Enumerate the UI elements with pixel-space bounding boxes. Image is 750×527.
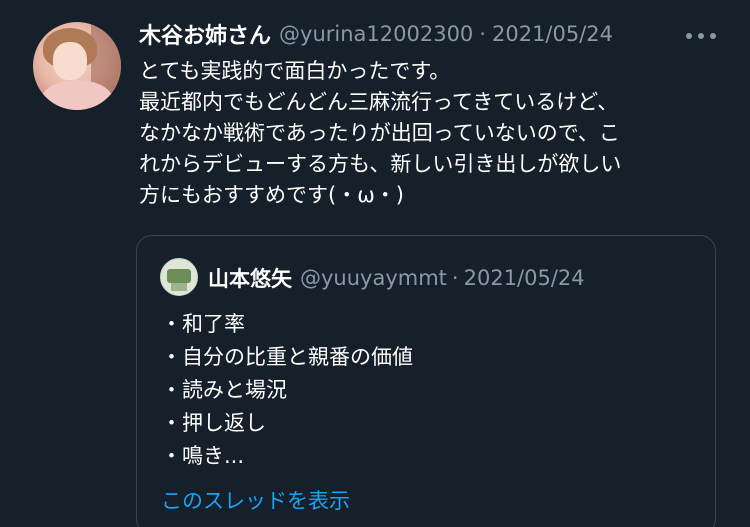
tweet-text: とても実践的で面白かったです。 最近都内でもどんどん三麻流行ってきているけど、 … xyxy=(139,56,729,211)
more-horizontal-icon[interactable] xyxy=(686,33,716,39)
more-dot xyxy=(698,33,704,39)
header-separator: · xyxy=(479,22,486,46)
tweet-text-line: 方にもおすすめです(・ω・) xyxy=(139,183,404,207)
quoted-avatar-shape xyxy=(171,283,187,291)
tweet[interactable]: 木谷お姉さん @yurina12002300 · 2021/05/24 とても実… xyxy=(0,0,750,527)
quoted-tweet-text: ・和了率 ・自分の比重と親番の価値 ・読みと場況 ・押し返し ・鳴き... xyxy=(161,308,413,473)
list-item: ・和了率 xyxy=(161,312,245,336)
author-handle[interactable]: @yurina12002300 xyxy=(279,22,473,46)
list-item: ・鳴き... xyxy=(161,444,245,468)
tweet-text-line: れからデビューする方も、新しい引き出しが欲しい xyxy=(139,152,622,176)
quoted-tweet-header: 山本悠矢 @yuuyaymmt · 2021/05/24 xyxy=(208,263,585,293)
list-item: ・押し返し xyxy=(161,411,266,435)
tweet-text-line: なかなか戦術であったりが出回っていないので、こ xyxy=(139,121,620,145)
more-dot xyxy=(686,33,692,39)
list-item: ・自分の比重と親番の価値 xyxy=(161,345,413,369)
quoted-author-avatar xyxy=(160,258,198,296)
avatar-face xyxy=(53,42,87,80)
list-item: ・読みと場況 xyxy=(161,378,287,402)
more-dot xyxy=(710,33,716,39)
quoted-author-name: 山本悠矢 xyxy=(208,267,292,291)
show-thread-link[interactable]: このスレッドを表示 xyxy=(161,485,350,515)
tweet-header: 木谷お姉さん @yurina12002300 · 2021/05/24 xyxy=(139,18,613,50)
tweet-text-line: 最近都内でもどんどん三麻流行ってきているけど、 xyxy=(139,90,619,114)
quoted-avatar-shape xyxy=(167,269,191,283)
author-name[interactable]: 木谷お姉さん xyxy=(139,18,271,50)
quoted-tweet-card[interactable]: 山本悠矢 @yuuyaymmt · 2021/05/24 ・和了率 ・自分の比重… xyxy=(136,235,716,527)
quoted-author-handle: @yuuyaymmt xyxy=(300,266,447,290)
quoted-tweet-date: 2021/05/24 xyxy=(463,266,585,290)
quoted-header-separator: · xyxy=(451,266,459,290)
author-avatar[interactable] xyxy=(33,22,121,110)
tweet-date[interactable]: 2021/05/24 xyxy=(492,22,613,46)
tweet-text-line: とても実践的で面白かったです。 xyxy=(139,59,451,83)
